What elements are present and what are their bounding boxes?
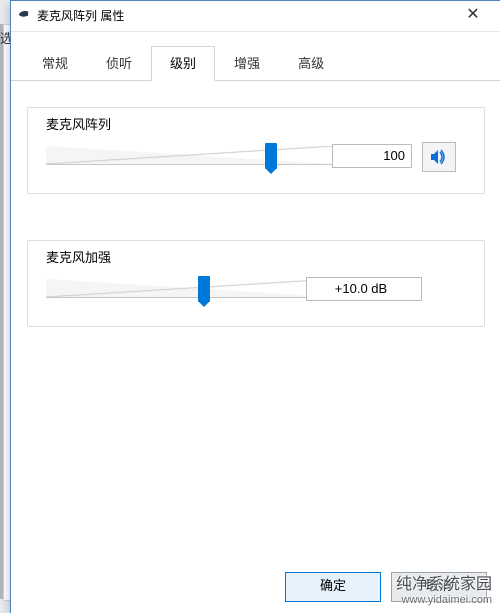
- close-button[interactable]: ✕: [451, 1, 495, 29]
- mute-toggle-button[interactable]: [422, 142, 456, 172]
- tab-advanced[interactable]: 高级: [279, 46, 343, 81]
- mic-boost-slider-row: +10.0 dB: [46, 279, 466, 298]
- tab-content: 麦克风阵列 100 麦克风加强: [11, 81, 500, 327]
- properties-dialog: 麦克风阵列 属性 ✕ 常规 侦听 级别 增强 高级 麦克风阵列 100: [10, 0, 500, 613]
- mic-array-slider-row: 100: [46, 146, 466, 165]
- mic-boost-slider-track[interactable]: [46, 279, 334, 298]
- tab-levels[interactable]: 级别: [151, 46, 215, 81]
- tab-listen[interactable]: 侦听: [87, 46, 151, 81]
- tab-label: 高级: [298, 56, 324, 71]
- tab-label: 增强: [234, 56, 260, 71]
- ok-label: 确定: [320, 578, 346, 593]
- watermark: 纯净系统家园 www.yidaimei.com: [396, 575, 492, 607]
- ok-button[interactable]: 确定: [285, 572, 381, 602]
- speaker-icon: [430, 149, 448, 165]
- mic-array-slider-track[interactable]: [46, 146, 334, 165]
- watermark-line2: www.yidaimei.com: [396, 594, 492, 607]
- tab-general[interactable]: 常规: [23, 46, 87, 81]
- tab-label: 级别: [170, 56, 196, 71]
- tab-label: 侦听: [106, 56, 132, 71]
- mic-boost-slider-thumb[interactable]: [198, 276, 210, 302]
- tab-strip: 常规 侦听 级别 增强 高级: [11, 32, 500, 81]
- mic-array-slider-thumb[interactable]: [265, 143, 277, 169]
- titlebar[interactable]: 麦克风阵列 属性 ✕: [11, 1, 500, 32]
- mic-array-value[interactable]: 100: [332, 144, 412, 168]
- watermark-line1: 纯净系统家园: [396, 575, 492, 594]
- window-title: 麦克风阵列 属性: [37, 9, 124, 23]
- microphone-icon: [17, 9, 31, 19]
- tab-label: 常规: [42, 56, 68, 71]
- mic-boost-group: 麦克风加强 +10.0 dB: [27, 240, 485, 327]
- mic-boost-label: 麦克风加强: [42, 247, 115, 266]
- close-icon: ✕: [466, 6, 479, 23]
- mic-array-group: 麦克风阵列 100: [27, 107, 485, 194]
- mic-array-label: 麦克风阵列: [42, 114, 115, 133]
- tab-enhance[interactable]: 增强: [215, 46, 279, 81]
- mic-boost-value[interactable]: +10.0 dB: [306, 277, 422, 301]
